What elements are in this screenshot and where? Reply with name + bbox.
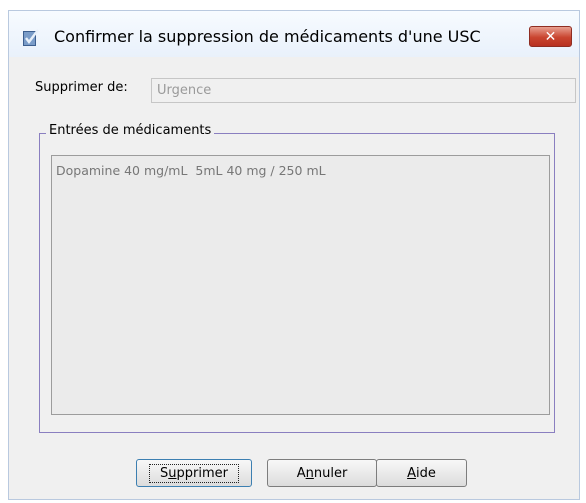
medication-entries-group-title: Entrées de médicaments bbox=[46, 123, 215, 138]
close-icon: ✕ bbox=[544, 28, 557, 45]
delete-button-label: Supprimer bbox=[149, 463, 239, 483]
list-item[interactable]: Dopamine 40 mg/mL 5mL 40 mg / 250 mL bbox=[56, 163, 326, 178]
help-button[interactable]: Aide bbox=[376, 459, 467, 487]
cancel-label-post: nuler bbox=[313, 465, 348, 481]
delete-button[interactable]: Supprimer bbox=[136, 459, 252, 487]
cancel-label-pre: A bbox=[296, 465, 306, 481]
cancel-label-mnemonic: n bbox=[305, 465, 314, 481]
title-bar: Confirmer la suppression de médicaments … bbox=[9, 11, 579, 57]
delete-from-field: Urgence bbox=[151, 78, 576, 103]
help-label-mnemonic: A bbox=[407, 465, 417, 481]
dialog-title: Confirmer la suppression de médicaments … bbox=[54, 27, 481, 46]
confirm-delete-dialog: Confirmer la suppression de médicaments … bbox=[8, 10, 580, 500]
close-button[interactable]: ✕ bbox=[529, 26, 572, 47]
delete-label-post: pprimer bbox=[176, 465, 228, 481]
delete-from-label: Supprimer de: bbox=[35, 80, 128, 95]
medication-entries-list[interactable]: Dopamine 40 mg/mL 5mL 40 mg / 250 mL bbox=[51, 155, 550, 415]
help-label-post: ide bbox=[416, 465, 436, 481]
checklist-app-icon bbox=[23, 29, 39, 46]
cancel-button[interactable]: An nuler bbox=[267, 459, 377, 487]
delete-label-mnemonic: u bbox=[168, 465, 177, 481]
